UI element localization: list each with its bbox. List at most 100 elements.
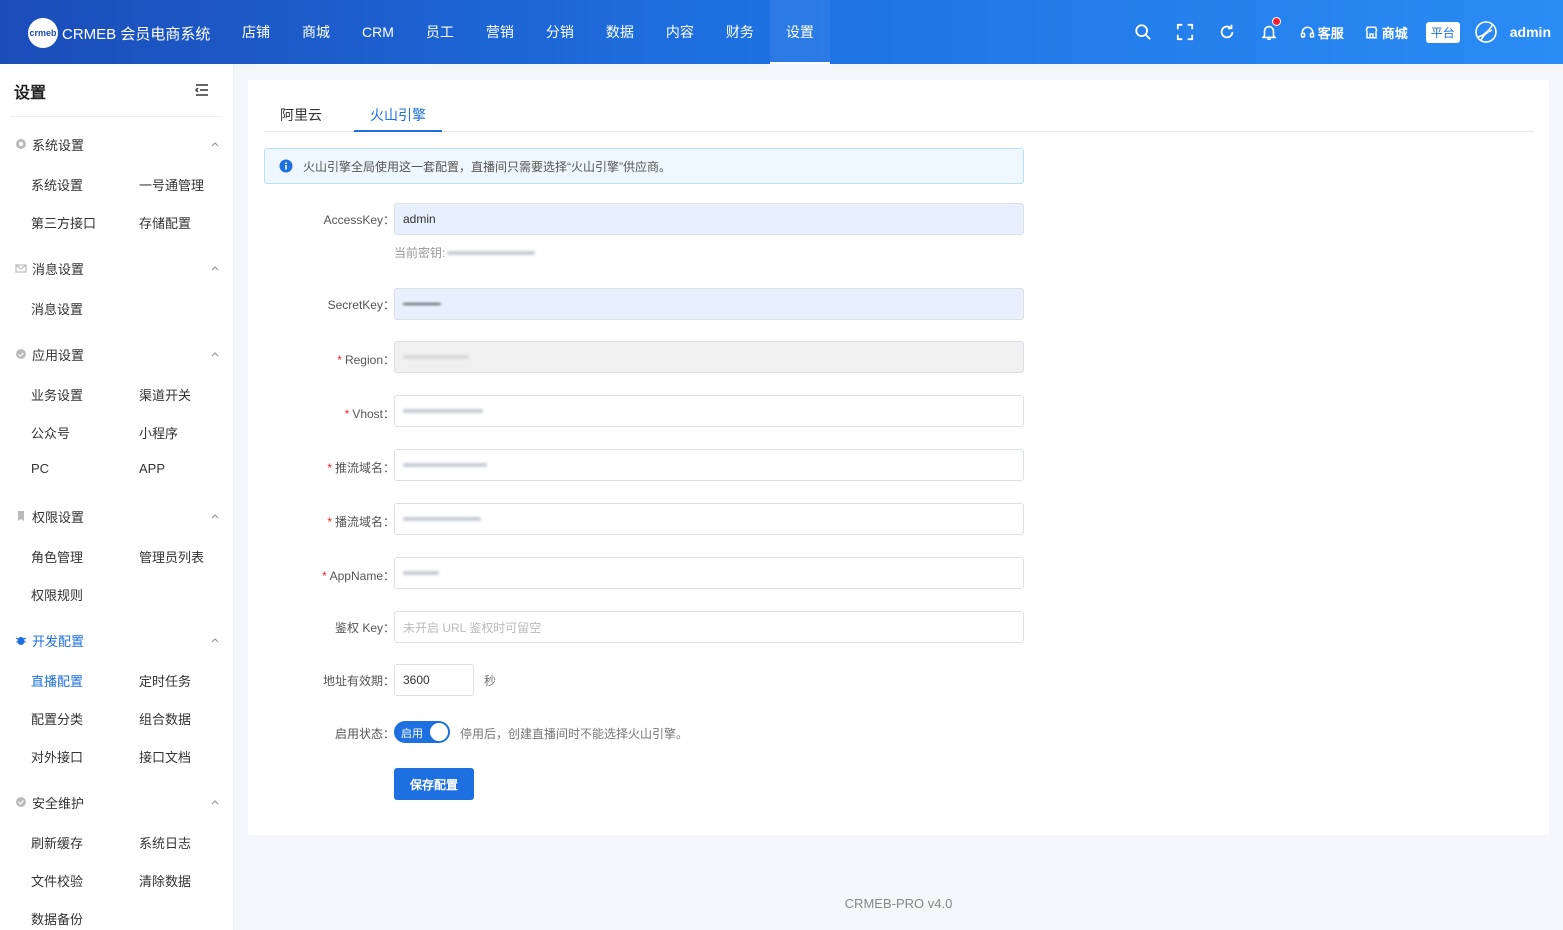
sidebar-item-app[interactable]: APP [139,461,165,476]
region-input[interactable] [394,341,1024,373]
access-key-label: AccessKey： [323,213,395,227]
sidebar-item-api-docs[interactable]: 接口文档 [139,747,191,766]
toggle-text: 启用 [401,728,423,740]
group-label: 权限设置 [32,509,85,525]
nav-distribution[interactable]: 分销 [530,0,590,64]
masked-value [403,409,483,413]
collapse-menu-icon[interactable] [194,82,210,98]
chevron-up-icon [211,352,219,357]
sidebar-item-permission-rules[interactable]: 权限规则 [31,585,83,604]
group-system[interactable]: 系统设置 [15,134,220,154]
sidebar-divider [10,116,223,117]
vhost-input[interactable] [394,395,1024,427]
sidebar-item-pc[interactable]: PC [31,461,49,476]
top-header: crmeb CRMEB 会员电商系统 店铺 商城 CRM 员工 营销 分销 数据… [0,0,1563,64]
auth-key-input[interactable]: 未开启 URL 鉴权时可留空 [394,611,1024,643]
sidebar-item-channel-switch[interactable]: 渠道开关 [139,385,191,404]
group-development[interactable]: 开发配置 [15,630,220,650]
sidebar-item-live-config[interactable]: 直播配置 [31,671,83,690]
sidebar-item-file-check[interactable]: 文件校验 [31,871,83,890]
bell-icon[interactable] [1259,17,1281,42]
tab-volcengine[interactable]: 火山引擎 [354,102,442,132]
search-icon[interactable] [1133,22,1153,42]
sidebar-item-system-settings[interactable]: 系统设置 [31,175,83,194]
status-label: 启用状态： [334,727,395,741]
expire-input[interactable]: 3600 [394,664,474,696]
group-permission[interactable]: 权限设置 [15,506,220,526]
sidebar-item-combined-data[interactable]: 组合数据 [139,709,191,728]
status-toggle[interactable]: 启用 [394,721,450,743]
access-key-input[interactable]: admin [394,203,1024,235]
nav-settings[interactable]: 设置 [769,0,830,64]
sidebar-item-business[interactable]: 业务设置 [31,385,83,404]
chevron-up-icon [211,142,219,147]
alert-text: 火山引擎全局使用这一套配置，直播间只需要选择“火山引擎”供应商。 [303,159,671,174]
sidebar-item-config-category[interactable]: 配置分类 [31,709,83,728]
chevron-up-icon [211,266,219,271]
save-config-button[interactable]: 保存配置 [394,768,474,800]
sidebar-item-yihaotong[interactable]: 一号通管理 [139,175,204,194]
vhost-label: * Vhost： [344,407,395,421]
play-domain-input[interactable] [394,503,1024,535]
envelope-icon [15,264,27,273]
group-label: 应用设置 [32,347,85,363]
fullscreen-icon[interactable] [1175,22,1195,42]
masked-value [403,517,481,521]
shield-check-icon [16,797,26,807]
nav-store[interactable]: 店铺 [226,0,286,64]
app-name-input[interactable] [394,557,1024,589]
gear-icon [16,139,26,149]
sidebar-item-third-party[interactable]: 第三方接口 [31,213,96,232]
username: admin [1509,24,1551,40]
nav-marketing[interactable]: 营销 [470,0,530,64]
secret-key-label: SecretKey： [327,298,395,312]
sidebar-item-role-management[interactable]: 角色管理 [31,547,83,566]
customer-service-link[interactable]: 客服 [1300,23,1344,42]
chevron-up-icon [211,800,219,805]
group-security[interactable]: 安全维护 [15,792,220,812]
masked-value [403,571,439,575]
push-domain-input[interactable] [394,449,1024,481]
current-secret-hint: 当前密钥: [394,244,536,261]
sidebar-item-refresh-cache[interactable]: 刷新缓存 [31,833,83,852]
nav-finance[interactable]: 财务 [710,0,770,64]
refresh-icon[interactable] [1217,22,1237,42]
user-menu[interactable]: admin [1474,20,1551,44]
sidebar-item-message-settings[interactable]: 消息设置 [31,299,83,318]
notification-dot [1271,17,1281,26]
mall-link[interactable]: 商城 [1364,23,1408,42]
app-name-label: * AppName： [321,569,395,583]
expire-unit: 秒 [484,674,497,688]
sidebar-item-storage[interactable]: 存储配置 [139,213,191,232]
masked-value [403,463,487,467]
sidebar-item-official-account[interactable]: 公众号 [31,423,70,442]
sidebar-item-data-backup[interactable]: 数据备份 [31,909,83,928]
nav-data[interactable]: 数据 [590,0,650,64]
mall-label: 商城 [1381,25,1408,41]
region-label: * Region： [337,353,395,367]
group-application[interactable]: 应用设置 [15,344,220,364]
main-card: 阿里云 火山引擎 火山引擎全局使用这一套配置，直播间只需要选择“火山引擎”供应商… [248,80,1549,835]
nav-staff[interactable]: 员工 [410,0,470,64]
status-description: 停用后，创建直播间时不能选择火山引擎。 [460,727,689,741]
nav-content[interactable]: 内容 [650,0,710,64]
nav-crm[interactable]: CRM [346,0,410,64]
play-domain-label: * 播流域名： [327,515,395,529]
headset-icon [1300,26,1314,38]
sidebar-item-scheduled-tasks[interactable]: 定时任务 [139,671,191,690]
info-alert: 火山引擎全局使用这一套配置，直播间只需要选择“火山引擎”供应商。 [264,148,1024,184]
group-message[interactable]: 消息设置 [15,258,220,278]
sidebar-item-admin-list[interactable]: 管理员列表 [139,547,204,566]
expire-label: 地址有效期： [322,674,395,688]
customer-service-label: 客服 [1317,25,1344,41]
sidebar-item-system-log[interactable]: 系统日志 [139,833,191,852]
chevron-up-icon [211,638,219,643]
sidebar-item-external-api[interactable]: 对外接口 [31,747,83,766]
sidebar-item-mini-program[interactable]: 小程序 [139,423,178,442]
secret-key-input[interactable] [394,288,1024,320]
sidebar-item-clear-data[interactable]: 清除数据 [139,871,191,890]
platform-badge[interactable]: 平台 [1425,21,1460,43]
tab-aliyun[interactable]: 阿里云 [280,102,322,132]
logo[interactable]: crmeb CRMEB 会员电商系统 [28,18,210,48]
nav-mall[interactable]: 商城 [286,0,346,64]
